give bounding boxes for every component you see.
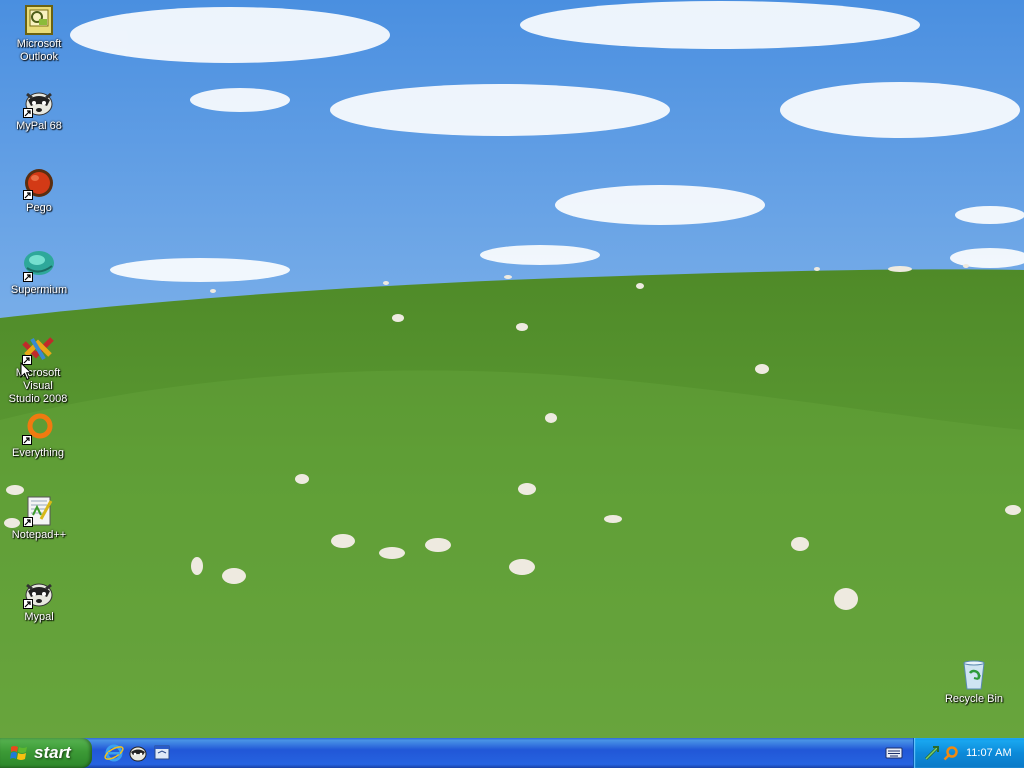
desktop-icon-label: Everything [12, 447, 64, 459]
start-label: start [34, 743, 71, 762]
visual-studio-icon [22, 333, 54, 365]
clock[interactable]: 11:07 AM [966, 746, 1012, 760]
desktop-icon-microsoft-outlook[interactable]: Microsoft Outlook [1, 4, 77, 64]
search-icon[interactable] [943, 745, 959, 761]
shortcut-arrow-icon [23, 108, 33, 118]
notepad-plus-plus-icon [23, 495, 55, 527]
show-desktop-icon[interactable] [152, 743, 172, 763]
quick-launch-bar [104, 743, 172, 763]
supermium-icon [23, 250, 55, 282]
desktop-icon-label: Recycle Bin [944, 693, 1004, 705]
taskbar: start 11:07 AM [0, 738, 1024, 768]
shortcut-arrow-icon [23, 190, 33, 200]
desktop-icon-mypal-68[interactable]: MyPal 68 [1, 86, 77, 133]
desktop-icon-label: MyPal 68 [16, 120, 62, 132]
desktop-icon-label: Mypal [24, 611, 54, 623]
desktop-icon-recycle-bin[interactable]: Recycle Bin [936, 659, 1012, 706]
mypal-icon [23, 577, 55, 609]
desktop-icon-label: Notepad++ [11, 529, 67, 541]
shortcut-arrow-icon [23, 599, 33, 609]
desktop-icon-pego[interactable]: Pego [1, 168, 77, 215]
recycle-bin-icon [958, 659, 990, 691]
everything-icon [22, 413, 54, 445]
keyboard-icon[interactable] [885, 746, 903, 760]
system-tray: 11:07 AM [913, 738, 1024, 768]
desktop-icon-mypal[interactable]: Mypal [1, 577, 77, 624]
shortcut-arrow-icon [23, 517, 33, 527]
desktop-icon-label: Outlook [20, 51, 58, 63]
shortcut-arrow-icon [23, 272, 33, 282]
pego-icon [23, 168, 55, 200]
windows-logo-icon [10, 746, 27, 760]
desktop-icon-microsoft-visual-studio-2008[interactable]: Microsoft Visual Studio 2008 [0, 333, 76, 406]
desktop-icon-label: Microsoft Visual [15, 367, 61, 392]
mypal-icon [23, 86, 55, 118]
mouse-cursor-icon [20, 362, 32, 381]
shortcut-arrow-icon [22, 435, 32, 445]
desktop-icon-supermium[interactable]: Supermium [1, 250, 77, 297]
desktop-icon-label: Supermium [10, 284, 68, 296]
desktop-icon-label: Pego [26, 202, 52, 214]
desktop-icon-everything[interactable]: Everything [0, 413, 76, 460]
desktop-icon-label: Studio 2008 [8, 393, 68, 405]
network-icon[interactable] [924, 745, 940, 761]
start-button[interactable]: start [0, 738, 92, 768]
internet-explorer-icon[interactable] [104, 743, 124, 763]
outlook-icon [23, 4, 55, 36]
desktop-icon-notepad-plus-plus[interactable]: Notepad++ [1, 495, 77, 542]
desktop-wallpaper [0, 0, 1024, 738]
mypal-icon[interactable] [128, 743, 148, 763]
desktop-icon-label: Microsoft [16, 38, 62, 50]
